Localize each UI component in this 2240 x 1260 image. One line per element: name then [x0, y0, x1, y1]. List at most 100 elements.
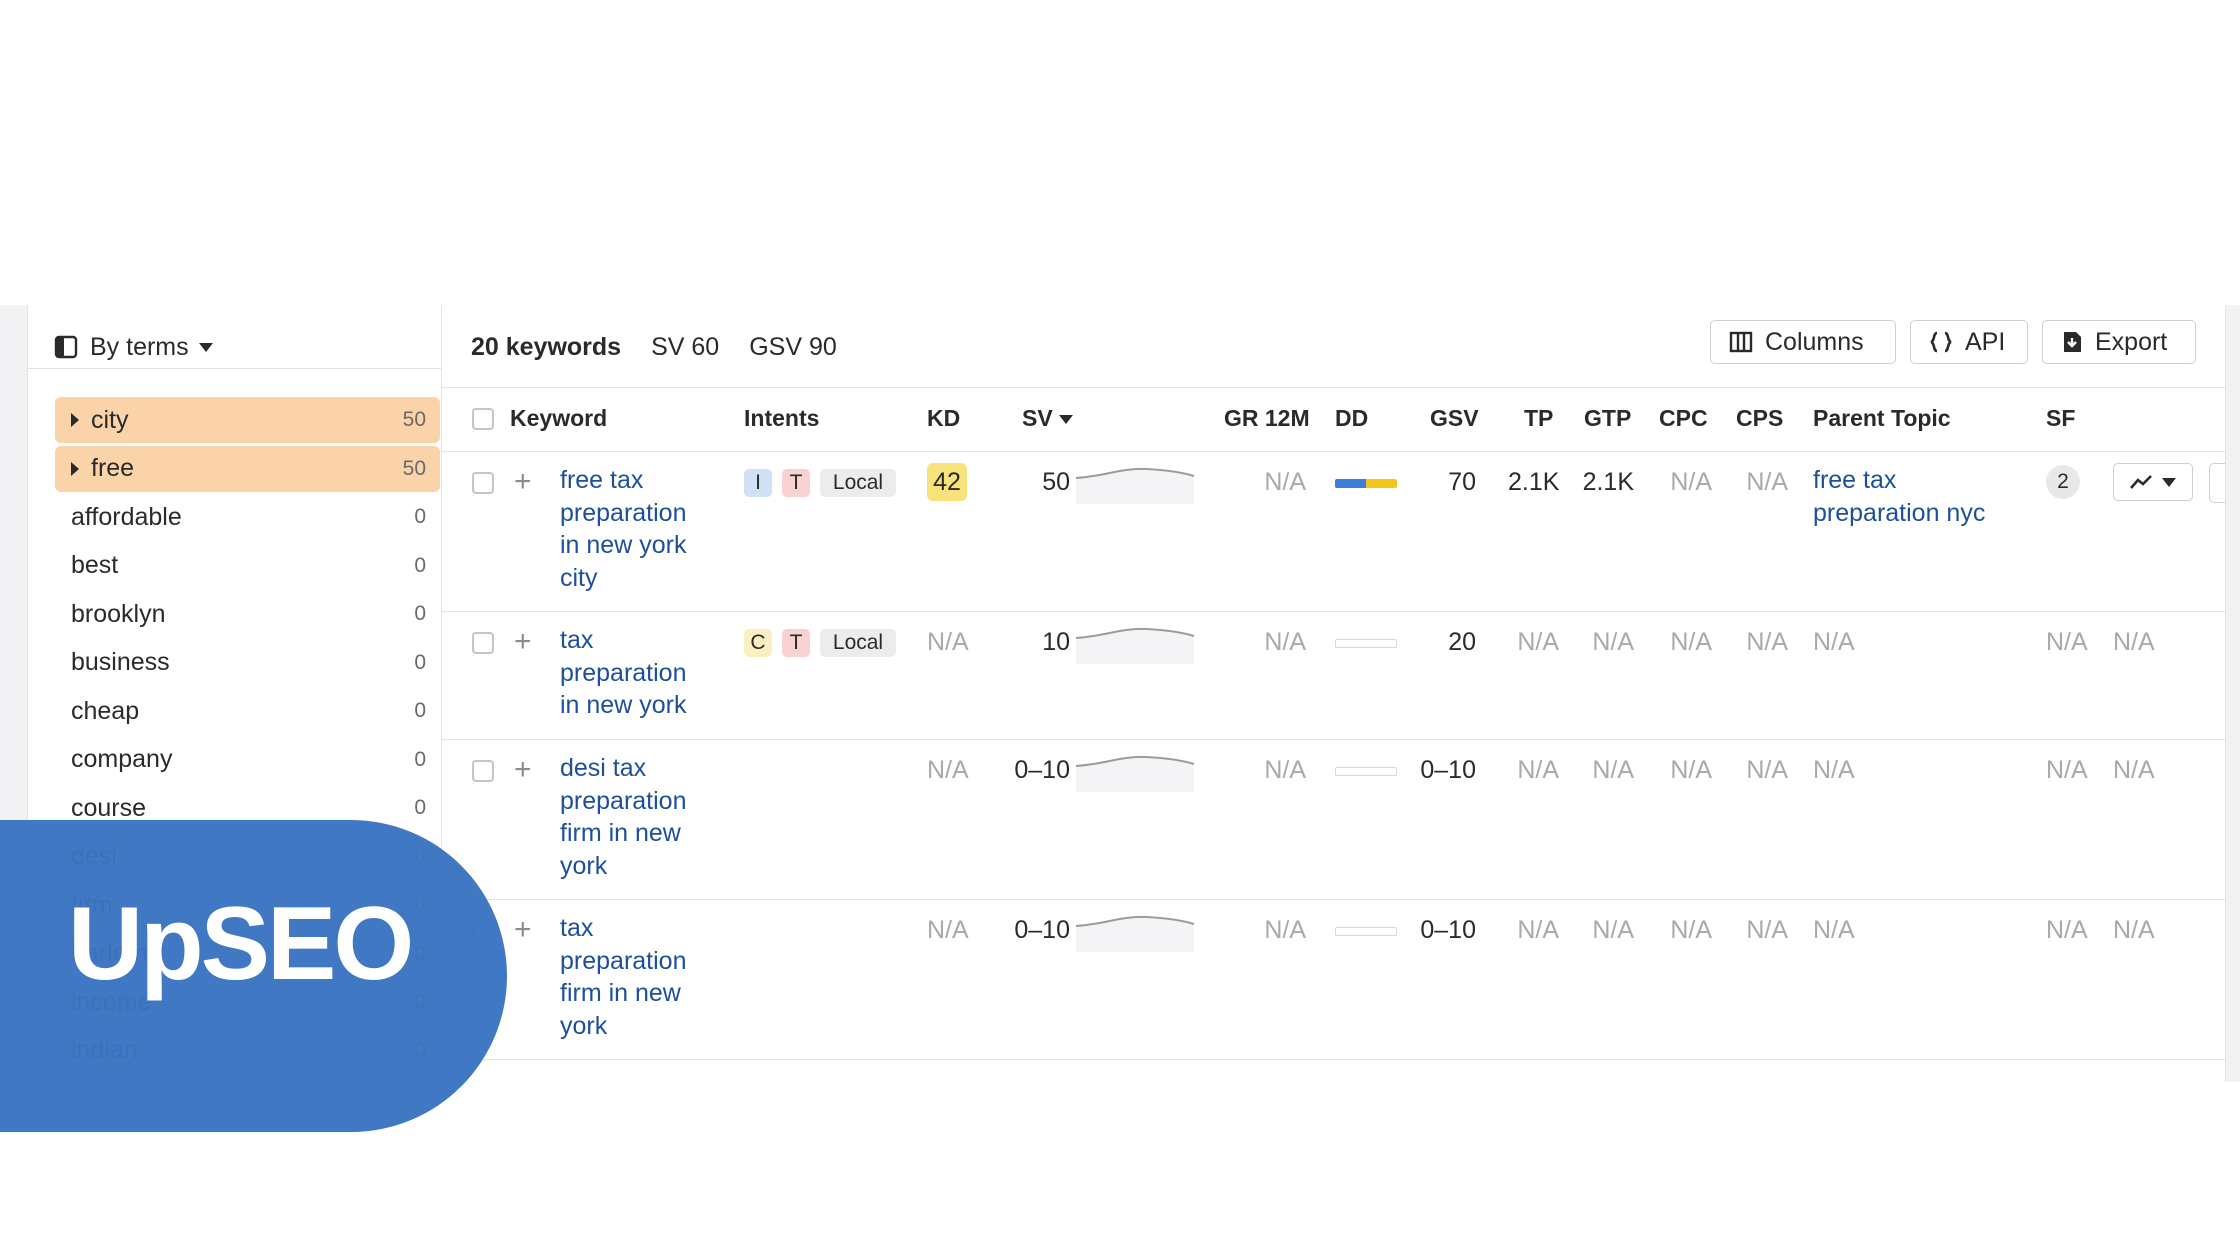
term-count: 0 — [414, 553, 426, 577]
parent-topic-link[interactable]: free tax preparation nyc — [1813, 464, 2013, 529]
trend-sparkline — [1076, 755, 1195, 792]
cps-value: N/A — [1746, 468, 1788, 496]
col-kd[interactable]: KD — [927, 405, 960, 432]
term-label: brooklyn — [71, 599, 166, 628]
divider — [442, 451, 2225, 452]
chevron-down-icon — [2162, 477, 2176, 487]
columns-button[interactable]: Columns — [1710, 320, 1896, 364]
trend-sparkline — [1076, 627, 1195, 664]
sf-value: N/A — [2046, 916, 2088, 944]
gsv-value: 70 — [1448, 468, 1476, 496]
col-keyword[interactable]: Keyword — [510, 405, 607, 432]
expand-triangle-icon[interactable] — [71, 461, 79, 476]
download-icon — [2064, 332, 2081, 352]
trend-sparkline — [1076, 467, 1195, 504]
row-checkbox[interactable] — [472, 472, 494, 494]
sv-value: 10 — [1042, 628, 1070, 656]
cps-value: N/A — [1746, 916, 1788, 944]
right-panel-edge — [2225, 305, 2240, 1082]
col-cpc[interactable]: CPC — [1659, 405, 1708, 432]
tp-value: 2.1K — [1508, 468, 1560, 496]
intent-badge: I — [744, 469, 772, 497]
col-sf[interactable]: SF — [2046, 405, 2075, 432]
sv-value: 50 — [1042, 468, 1070, 496]
trend-chart-button[interactable] — [2113, 463, 2193, 501]
sidebar-panel-icon — [54, 335, 78, 359]
keyword-link[interactable]: tax preparation in new york — [560, 624, 710, 722]
term-count: 0 — [414, 796, 426, 819]
keyword-link[interactable]: tax preparation firm in new york — [560, 912, 710, 1042]
cpc-value: N/A — [1670, 756, 1712, 784]
keyword-link[interactable]: desi tax preparation firm in new york — [560, 752, 710, 882]
term-item-free[interactable]: free 50 — [55, 445, 440, 492]
sv-value: 0–10 — [1014, 756, 1070, 784]
intent-badge: T — [782, 629, 810, 657]
col-sv[interactable]: SV — [1022, 405, 1074, 432]
gsv-value: 0–10 — [1420, 916, 1476, 944]
col-tp[interactable]: TP — [1524, 405, 1553, 432]
export-button[interactable]: Export — [2042, 320, 2196, 364]
term-label: affordable — [71, 502, 182, 531]
plus-icon[interactable]: + — [514, 467, 532, 497]
parent-topic-value: N/A — [1813, 628, 1855, 656]
col-gsv[interactable]: GSV — [1430, 405, 1479, 432]
plus-icon[interactable]: + — [514, 627, 532, 657]
kd-value: N/A — [927, 916, 969, 944]
term-item-brooklyn[interactable]: brooklyn 0 — [55, 591, 440, 637]
plus-icon[interactable]: + — [514, 915, 532, 945]
row-checkbox[interactable] — [472, 632, 494, 654]
tp-value: N/A — [1517, 916, 1559, 944]
col-gtp[interactable]: GTP — [1584, 405, 1631, 432]
gsv-value: 0–10 — [1420, 756, 1476, 784]
total-sv: SV 60 — [651, 332, 720, 361]
gr-value: N/A — [1264, 756, 1306, 784]
export-label: Export — [2095, 327, 2168, 356]
col-cps[interactable]: CPS — [1736, 405, 1783, 432]
term-count: 0 — [414, 602, 426, 625]
extra-value: N/A — [2113, 628, 2155, 656]
chevron-down-icon — [198, 342, 213, 352]
col-parent-topic[interactable]: Parent Topic — [1813, 405, 1951, 432]
columns-icon — [1729, 331, 1753, 353]
plus-icon[interactable]: + — [514, 755, 532, 785]
row-checkbox[interactable] — [472, 760, 494, 782]
term-item-best[interactable]: best 0 — [55, 543, 440, 589]
col-sv-label: SV — [1022, 405, 1053, 431]
gr-value: N/A — [1264, 628, 1306, 656]
cps-value: N/A — [1746, 756, 1788, 784]
api-button[interactable]: API — [1910, 320, 2028, 364]
by-terms-dropdown[interactable]: By terms — [54, 327, 213, 367]
term-label: free — [91, 454, 135, 482]
cpc-value: N/A — [1670, 628, 1712, 656]
intent-badge: Local — [820, 469, 896, 497]
term-count: 50 — [402, 408, 426, 431]
difficulty-distribution-bar — [1335, 639, 1397, 648]
intent-badge: Local — [820, 629, 896, 657]
serp-features-count[interactable]: 2 — [2046, 465, 2080, 499]
divider — [28, 368, 441, 369]
term-item-company[interactable]: company 0 — [55, 737, 440, 783]
term-item-cheap[interactable]: cheap 0 — [55, 688, 440, 734]
trend-sparkline — [1076, 915, 1195, 952]
intent-badge: C — [744, 629, 772, 657]
tp-value: N/A — [1517, 756, 1559, 784]
gtp-value: 2.1K — [1582, 468, 1634, 496]
difficulty-distribution-bar — [1335, 479, 1397, 488]
term-item-affordable[interactable]: affordable 0 — [55, 494, 440, 540]
expand-triangle-icon[interactable] — [71, 413, 79, 427]
term-count: 0 — [414, 505, 426, 528]
api-label: API — [1965, 327, 2006, 356]
term-count: 0 — [414, 699, 426, 722]
keyword-count: 20 keywords — [471, 332, 622, 361]
col-dd[interactable]: DD — [1335, 405, 1368, 432]
col-intents[interactable]: Intents — [744, 405, 819, 432]
term-item-business[interactable]: business 0 — [55, 640, 440, 686]
select-all-checkbox[interactable] — [472, 408, 494, 430]
divider — [442, 387, 2225, 388]
keywords-table-panel: 20 keywords SV 60 GSV 90 Columns API Exp… — [442, 305, 2231, 1082]
difficulty-distribution-bar — [1335, 927, 1397, 936]
gsv-value: 20 — [1448, 628, 1476, 656]
col-gr12m[interactable]: GR 12M — [1224, 405, 1310, 432]
term-item-city[interactable]: city 50 — [55, 397, 440, 443]
keyword-link[interactable]: free tax preparation in new york city — [560, 464, 710, 594]
